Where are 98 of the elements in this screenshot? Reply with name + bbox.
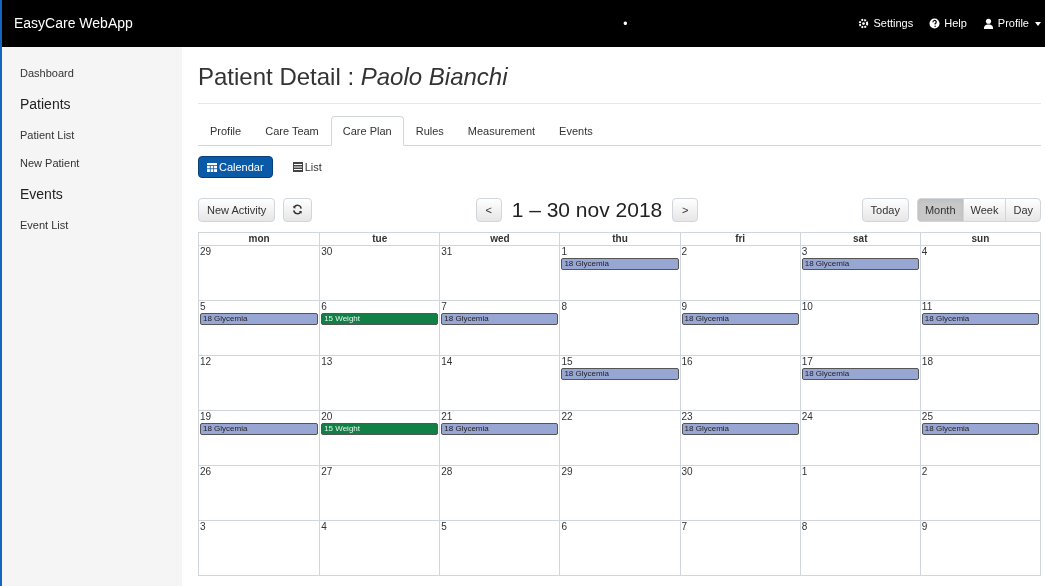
help-icon [929, 18, 941, 29]
day-number: 6 [320, 300, 328, 313]
calendar-event[interactable]: 18 Glycemia [801, 257, 919, 270]
tab[interactable]: Events [547, 116, 605, 146]
day-number: 22 [560, 410, 574, 423]
list-icon [292, 162, 303, 172]
calendar-event[interactable]: 18 Glycemia [200, 422, 319, 435]
day-number: 30 [680, 465, 694, 478]
day-number: 6 [560, 520, 568, 533]
calendar-event[interactable]: 18 Glycemia [441, 312, 559, 325]
day-number: 18 [920, 355, 934, 368]
day-number: 11 [920, 300, 934, 313]
calendar-event[interactable]: 18 Glycemia [561, 367, 679, 380]
new-activity-button[interactable]: New Activity [198, 197, 276, 222]
column-header: thu [559, 232, 680, 245]
column-header: mon [247, 232, 271, 245]
day-number: 1 [560, 245, 568, 258]
day-number: 25 [920, 410, 934, 423]
day-number: 21 [440, 410, 454, 423]
calendar-event[interactable]: 18 Glycemia [681, 422, 799, 435]
column-header: sun [919, 232, 1040, 245]
settings-icon [858, 18, 870, 29]
day-number: 5 [199, 300, 207, 313]
calendar-event[interactable]: 18 Glycemia [801, 367, 919, 380]
nav-link[interactable]: Help [929, 15, 967, 32]
day-number: 4 [920, 245, 929, 258]
column-header: sat [799, 232, 920, 245]
day-number: 3 [199, 520, 207, 533]
calendar-event[interactable]: 18 Glycemia [921, 312, 1039, 325]
previous-button[interactable]: < [475, 197, 502, 222]
tab[interactable]: Profile [198, 116, 254, 146]
day-number: 26 [199, 465, 213, 478]
day-number: 9 [680, 300, 689, 313]
day-number: 2 [680, 245, 689, 258]
day-number: 7 [680, 520, 689, 533]
sidebar-item[interactable]: Dashboard [2, 59, 182, 88]
day-number: 2 [920, 465, 929, 478]
day-number: 13 [320, 355, 334, 368]
day-number: 3 [800, 245, 809, 258]
day-number: 19 [199, 410, 213, 423]
calendar-event[interactable]: 18 Glycemia [441, 422, 559, 435]
day-number: 29 [560, 465, 574, 478]
day-number: 23 [680, 410, 694, 423]
refresh-icon [292, 204, 304, 216]
day-number: 20 [320, 410, 334, 423]
list-view-button[interactable]: List [284, 156, 330, 178]
refresh-button[interactable] [283, 197, 313, 222]
column-header: wed [439, 232, 560, 245]
day-number: 1 [800, 465, 809, 478]
day-number: 16 [680, 355, 694, 368]
next-button[interactable]: > [672, 197, 699, 222]
day-number: 4 [320, 520, 328, 533]
page-title: Patient Detail : Paolo Bianchi [198, 62, 508, 92]
nav-link[interactable]: Settings [858, 15, 914, 32]
view-button[interactable]: Day [1005, 197, 1041, 222]
day-number: 8 [560, 300, 568, 313]
day-number: 8 [800, 520, 809, 533]
status-dot: • [623, 15, 628, 33]
date-range-title: 1 – 30 nov 2018 [511, 197, 663, 223]
day-number: 27 [320, 465, 334, 478]
day-number: 7 [440, 300, 448, 313]
day-number: 31 [440, 245, 454, 258]
day-number: 5 [440, 520, 448, 533]
column-header: tue [319, 232, 440, 245]
day-number: 9 [920, 520, 929, 533]
tab[interactable]: Care Team [253, 116, 331, 146]
sidebar-heading: Events [19, 184, 64, 204]
app-brand[interactable]: EasyCare WebApp [14, 13, 133, 34]
day-number: 12 [199, 355, 213, 368]
sidebar-item[interactable]: Patient List [2, 120, 182, 149]
sidebar-item[interactable]: Event List [2, 210, 182, 239]
tab[interactable]: Rules [403, 116, 456, 146]
view-button[interactable]: Month [916, 197, 964, 222]
user-icon [982, 18, 994, 29]
sidebar-item[interactable]: New Patient [2, 149, 182, 178]
calendar-event[interactable]: 18 Glycemia [681, 312, 799, 325]
day-number: 28 [440, 465, 454, 478]
tab[interactable]: Care Plan [330, 116, 404, 146]
day-number: 15 [560, 355, 574, 368]
calendar-view-button[interactable]: Calendar [198, 156, 273, 178]
calendar-event[interactable]: 18 Glycemia [200, 312, 319, 325]
view-button[interactable]: Week [962, 197, 1007, 222]
day-number: 14 [440, 355, 454, 368]
tab[interactable]: Measurement [455, 116, 548, 146]
sidebar-heading: Patients [19, 94, 72, 114]
day-number: 24 [800, 410, 814, 423]
calendar-event[interactable]: 18 Glycemia [561, 257, 679, 270]
day-number: 10 [800, 300, 814, 313]
column-header: fri [679, 232, 800, 245]
day-number: 30 [320, 245, 334, 258]
nav-link[interactable]: Profile [982, 15, 1041, 32]
calendar-event[interactable]: 18 Glycemia [921, 422, 1039, 435]
calendar-event[interactable]: 15 Weight [321, 422, 439, 435]
calendar-icon [207, 162, 217, 172]
today-button[interactable]: Today [861, 197, 909, 222]
calendar-event[interactable]: 15 Weight [321, 312, 439, 325]
day-number: 17 [800, 355, 814, 368]
day-number: 29 [199, 245, 213, 258]
